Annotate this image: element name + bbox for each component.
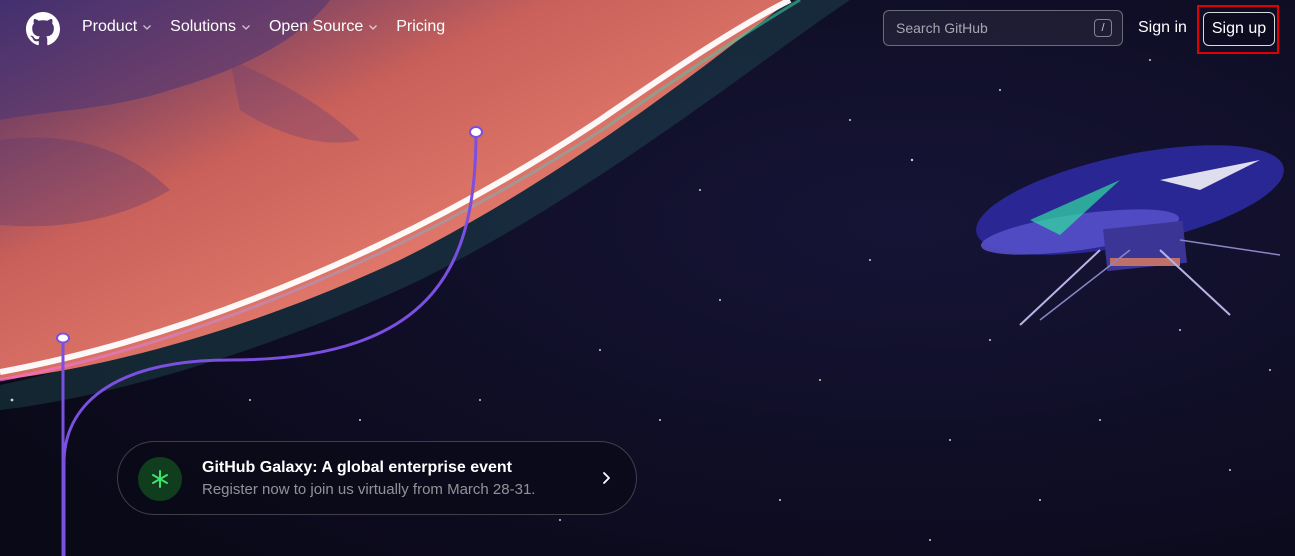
chevron-down-icon [143, 25, 152, 30]
nav-product-label: Product [82, 18, 138, 35]
chevron-right-icon [603, 472, 610, 484]
nav-open-source-label: Open Source [268, 18, 364, 35]
nav-solutions[interactable]: Solutions [170, 18, 251, 36]
banner-subtitle: Register now to join us virtually from M… [202, 481, 536, 498]
asterisk-icon [138, 457, 182, 501]
main-nav: Product Solutions Open Source Pricing [82, 18, 445, 36]
site-header: Product Solutions Open Source Pricing / … [0, 0, 1295, 58]
nav-solutions-label: Solutions [170, 18, 236, 35]
chevron-down-icon [242, 25, 250, 30]
sign-up-button[interactable]: Sign up [1203, 12, 1275, 46]
search-shortcut-key: / [1094, 19, 1112, 37]
nav-product[interactable]: Product [82, 18, 152, 36]
banner-title: GitHub Galaxy: A global enterprise event [202, 459, 512, 476]
sign-in-link[interactable]: Sign in [1138, 19, 1187, 37]
nav-pricing-label: Pricing [396, 18, 446, 35]
search-input[interactable] [884, 11, 1096, 45]
search-box[interactable]: / [883, 10, 1123, 46]
nav-pricing[interactable]: Pricing [396, 18, 445, 36]
nav-open-source[interactable]: Open Source [269, 18, 378, 36]
chevron-down-icon [369, 25, 378, 30]
event-banner[interactable]: GitHub Galaxy: A global enterprise event… [117, 441, 637, 515]
github-logo-icon[interactable] [26, 12, 60, 46]
